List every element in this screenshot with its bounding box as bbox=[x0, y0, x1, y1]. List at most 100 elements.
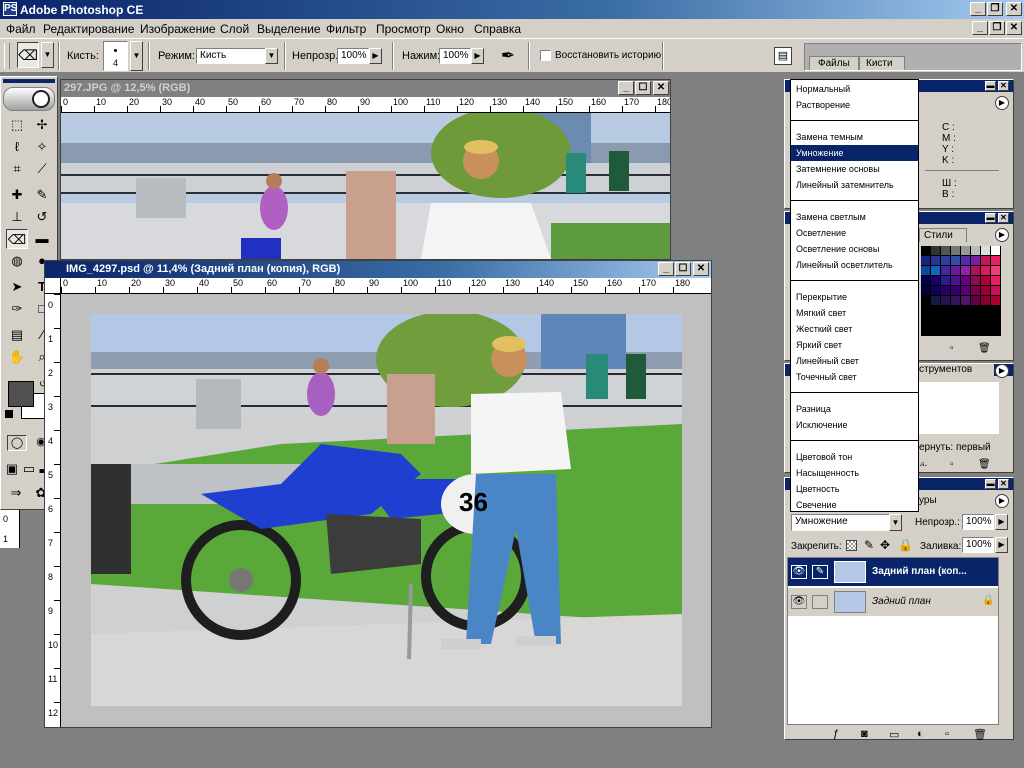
color-swatch[interactable] bbox=[961, 296, 971, 306]
notes-tool-icon[interactable]: ▤ bbox=[6, 325, 28, 345]
color-swatch[interactable] bbox=[941, 266, 951, 276]
doc2-close-button[interactable]: ✕ bbox=[693, 262, 709, 276]
color-swatch[interactable] bbox=[921, 296, 931, 306]
gradient-tool-icon[interactable]: ▬ bbox=[31, 229, 53, 249]
swatches-minimize-button[interactable]: ▬ bbox=[985, 213, 996, 223]
delete-layer-icon[interactable]: 🗑 bbox=[973, 728, 987, 741]
blend-mode-item[interactable]: Замена темным bbox=[791, 129, 918, 145]
color-swatch[interactable] bbox=[931, 266, 941, 276]
path-selection-icon[interactable]: ➤ bbox=[6, 277, 28, 297]
color-swatch[interactable] bbox=[931, 246, 941, 256]
color-swatch[interactable] bbox=[961, 266, 971, 276]
doc-minimize-button[interactable]: _ bbox=[972, 21, 988, 35]
color-swatch[interactable] bbox=[961, 256, 971, 266]
pressure-arrow[interactable]: ▶ bbox=[471, 48, 484, 64]
opacity-arrow[interactable]: ▶ bbox=[369, 48, 382, 64]
blend-mode-item[interactable]: Осветление bbox=[791, 225, 918, 241]
tool-preset-dropdown[interactable]: ▼ bbox=[41, 42, 54, 68]
blend-mode-item[interactable]: Линейный затемнитель bbox=[791, 177, 918, 193]
color-swatch[interactable] bbox=[961, 246, 971, 256]
color-swatch[interactable] bbox=[951, 266, 961, 276]
doc-close-button[interactable]: ✕ bbox=[1006, 21, 1022, 35]
blend-mode-item[interactable]: Умножение bbox=[791, 145, 918, 161]
mode-dropdown[interactable]: ▼ bbox=[265, 48, 278, 64]
color-swatch[interactable] bbox=[991, 296, 1001, 306]
color-swatch[interactable] bbox=[961, 286, 971, 296]
marquee-tool-icon[interactable]: ⬚ bbox=[6, 115, 28, 135]
menu-help[interactable]: Справка bbox=[474, 22, 521, 36]
layer-style-icon[interactable]: ƒ bbox=[833, 728, 839, 740]
menu-view[interactable]: Просмотр bbox=[376, 22, 431, 36]
lock-position-icon[interactable]: ✥ bbox=[880, 538, 890, 552]
color-swatch[interactable] bbox=[951, 286, 961, 296]
swatch-grid[interactable] bbox=[921, 246, 1001, 336]
clone-stamp-icon[interactable]: ⊥ bbox=[6, 207, 28, 227]
color-swatch[interactable] bbox=[991, 266, 1001, 276]
color-swatch[interactable] bbox=[981, 276, 991, 286]
brush-dropdown[interactable]: ▼ bbox=[130, 41, 143, 71]
blend-mode-item[interactable]: Линейный свет bbox=[791, 353, 918, 369]
menu-layer[interactable]: Слой bbox=[220, 22, 249, 36]
document-2-titlebar[interactable]: IMG_4297.psd @ 11,4% (Задний план (копия… bbox=[45, 261, 711, 278]
color-swatch[interactable] bbox=[941, 256, 951, 266]
new-layer-icon[interactable]: ▫ bbox=[945, 728, 949, 740]
color-swatch[interactable] bbox=[931, 276, 941, 286]
standard-mode-icon[interactable]: ◯ bbox=[7, 435, 27, 451]
color-swatch[interactable] bbox=[921, 246, 931, 256]
color-swatch[interactable] bbox=[971, 276, 981, 286]
slice-tool-icon[interactable]: ⟋ bbox=[31, 159, 53, 179]
layer-opacity-arrow[interactable]: ▶ bbox=[995, 514, 1008, 530]
new-swatch-icon[interactable]: ▫ bbox=[950, 343, 954, 354]
color-swatch[interactable] bbox=[991, 246, 1001, 256]
doc2-minimize-button[interactable]: _ bbox=[658, 262, 674, 276]
layers-menu-button[interactable]: ▶ bbox=[995, 494, 1009, 508]
tab-brushes[interactable]: Кисти bbox=[859, 56, 905, 70]
blend-mode-item[interactable]: Разница bbox=[791, 401, 918, 417]
layer-blend-mode-select[interactable]: Умножение bbox=[791, 514, 899, 531]
swatches-menu-button[interactable]: ▶ bbox=[995, 228, 1009, 242]
info-menu-button[interactable]: ▶ bbox=[995, 96, 1009, 110]
blend-mode-item[interactable]: Растворение bbox=[791, 97, 918, 113]
color-swatch[interactable] bbox=[981, 246, 991, 256]
color-swatch[interactable] bbox=[971, 286, 981, 296]
mode-select[interactable]: Кисть bbox=[196, 48, 266, 64]
lock-pixels-icon[interactable]: ✎ bbox=[864, 538, 874, 552]
grip-handle[interactable] bbox=[4, 43, 10, 69]
screen-mode-full-menu-icon[interactable]: ▭ bbox=[21, 459, 37, 479]
new-layer-set-icon[interactable]: ▭ bbox=[889, 728, 899, 741]
menu-select[interactable]: Выделение bbox=[257, 22, 321, 36]
blend-mode-item[interactable]: Свечение bbox=[791, 497, 918, 513]
pen-tool-icon[interactable]: ✑ bbox=[6, 299, 28, 319]
color-swatch[interactable] bbox=[941, 276, 951, 286]
eraser-tool-icon[interactable]: ⌫ bbox=[6, 229, 28, 249]
jump-to-imageready-icon[interactable]: ⇒ bbox=[6, 483, 26, 503]
lock-all-icon[interactable]: 🔒 bbox=[898, 538, 913, 552]
opacity-input[interactable]: 100% bbox=[337, 48, 369, 64]
doc1-maximize-button[interactable]: ☐ bbox=[635, 81, 651, 95]
blend-mode-item[interactable]: Линейный осветлитель bbox=[791, 257, 918, 273]
maximize-button[interactable]: ❐ bbox=[987, 2, 1003, 16]
color-swatch[interactable] bbox=[921, 266, 931, 276]
color-swatch[interactable] bbox=[971, 296, 981, 306]
magic-wand-tool-icon[interactable]: ✧ bbox=[31, 137, 53, 157]
brush-picker[interactable]: 4 bbox=[103, 41, 128, 71]
blend-mode-item[interactable]: Мягкий свет bbox=[791, 305, 918, 321]
color-swatch[interactable] bbox=[971, 246, 981, 256]
blend-mode-item[interactable]: Цветность bbox=[791, 481, 918, 497]
color-swatch[interactable] bbox=[951, 296, 961, 306]
menu-window[interactable]: Окно bbox=[436, 22, 464, 36]
color-swatch[interactable] bbox=[951, 256, 961, 266]
color-swatch[interactable] bbox=[971, 266, 981, 276]
doc1-minimize-button[interactable]: _ bbox=[618, 81, 634, 95]
color-swatch[interactable] bbox=[931, 256, 941, 266]
pressure-input[interactable]: 100% bbox=[439, 48, 471, 64]
lasso-tool-icon[interactable]: ℓ bbox=[6, 137, 28, 157]
adjustment-layer-icon[interactable]: ◐ bbox=[917, 728, 924, 740]
blend-mode-item[interactable]: Нормальный bbox=[791, 81, 918, 97]
restore-history-checkbox[interactable] bbox=[540, 50, 551, 61]
color-swatch[interactable] bbox=[931, 286, 941, 296]
blend-mode-item[interactable]: Исключение bbox=[791, 417, 918, 433]
doc2-maximize-button[interactable]: ☐ bbox=[675, 262, 691, 276]
blend-mode-item[interactable]: Жесткий свет bbox=[791, 321, 918, 337]
delete-swatch-icon[interactable]: 🗑 bbox=[978, 343, 991, 354]
